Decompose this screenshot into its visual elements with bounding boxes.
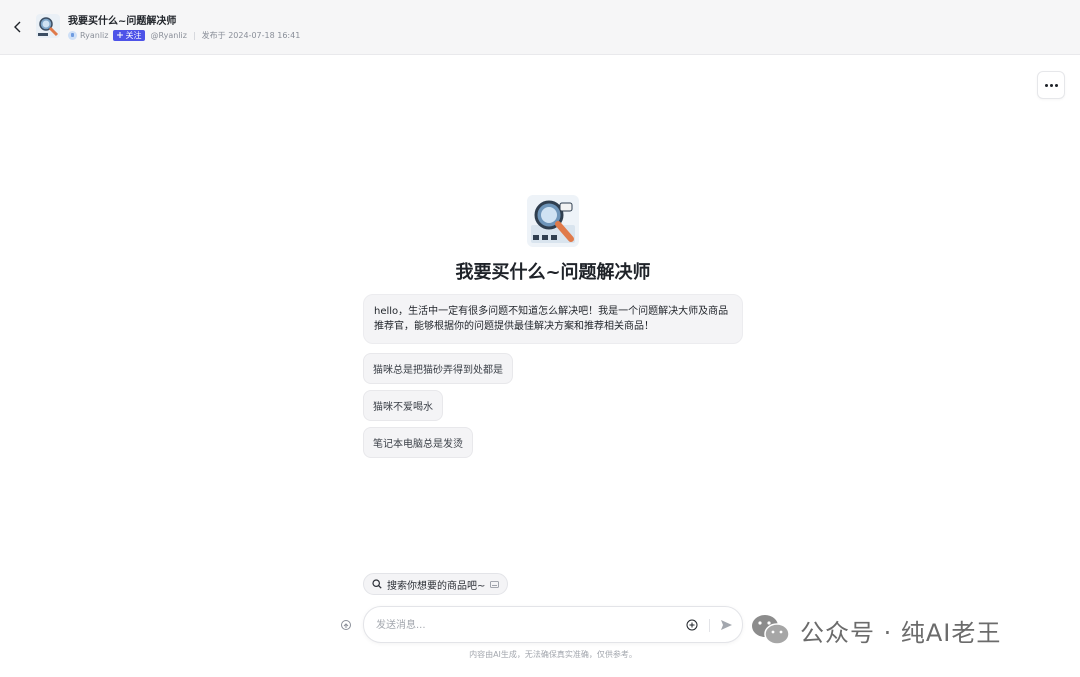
plus-icon [117, 32, 124, 38]
publish-date: 发布于 2024-07-18 16:41 [201, 30, 301, 40]
suggested-question[interactable]: 猫咪总是把猫砂弄得到处都是 [363, 353, 513, 384]
follow-label: 关注 [125, 30, 142, 40]
message-input-box [363, 606, 743, 643]
wechat-icon [752, 615, 790, 645]
chevron-left-icon [14, 21, 21, 33]
clear-context-button[interactable] [338, 617, 354, 633]
send-icon [720, 620, 732, 630]
send-button[interactable] [718, 617, 734, 633]
bot-name-heading: 我要买什么~问题解决师 [455, 262, 651, 283]
more-options-button[interactable] [1037, 71, 1065, 99]
bot-avatar-small [36, 14, 60, 38]
bot-avatar [527, 195, 579, 247]
greeting-message: hello，生活中一定有很多问题不知道怎么解决吧！我是一个问题解决大师及商品推荐… [363, 294, 743, 344]
watermark-text: 公众号 · 纯AI老王 [800, 618, 1002, 647]
page-title: 我要买什么~问题解决师 [68, 16, 177, 27]
suggested-question[interactable]: 猫咪不爱喝水 [363, 390, 443, 421]
ai-disclaimer: 内容由AI生成，无法确保真实准确，仅供参考。 [469, 650, 637, 659]
ellipsis-icon [1044, 83, 1058, 87]
author-handle: @Ryanliz [150, 30, 187, 40]
suggested-question[interactable]: 笔记本电脑总是发烫 [363, 427, 473, 458]
back-button[interactable] [10, 17, 26, 37]
product-search-label: 搜索你想要的商品吧~ [387, 580, 486, 592]
search-icon [372, 579, 382, 589]
keyboard-icon [490, 580, 500, 588]
broom-icon [341, 620, 351, 630]
follow-button[interactable]: 关注 [113, 29, 146, 41]
input-divider [709, 619, 710, 632]
meta-divider: | [192, 30, 196, 40]
author-meta: Ryanliz 关注 @Ryanliz | 发布于 2024-07-18 16:… [68, 29, 300, 41]
upload-button[interactable] [685, 618, 699, 632]
message-input[interactable] [376, 616, 666, 634]
top-header: 我要买什么~问题解决师 Ryanliz 关注 @Ryanliz | 发布于 20… [0, 0, 1080, 55]
plus-circle-icon [686, 619, 698, 631]
author-name[interactable]: Ryanliz [80, 31, 108, 40]
watermark: 公众号 · 纯AI老王 [750, 612, 1001, 648]
author-avatar [68, 30, 77, 40]
product-search-chip[interactable]: 搜索你想要的商品吧~ [363, 573, 509, 595]
